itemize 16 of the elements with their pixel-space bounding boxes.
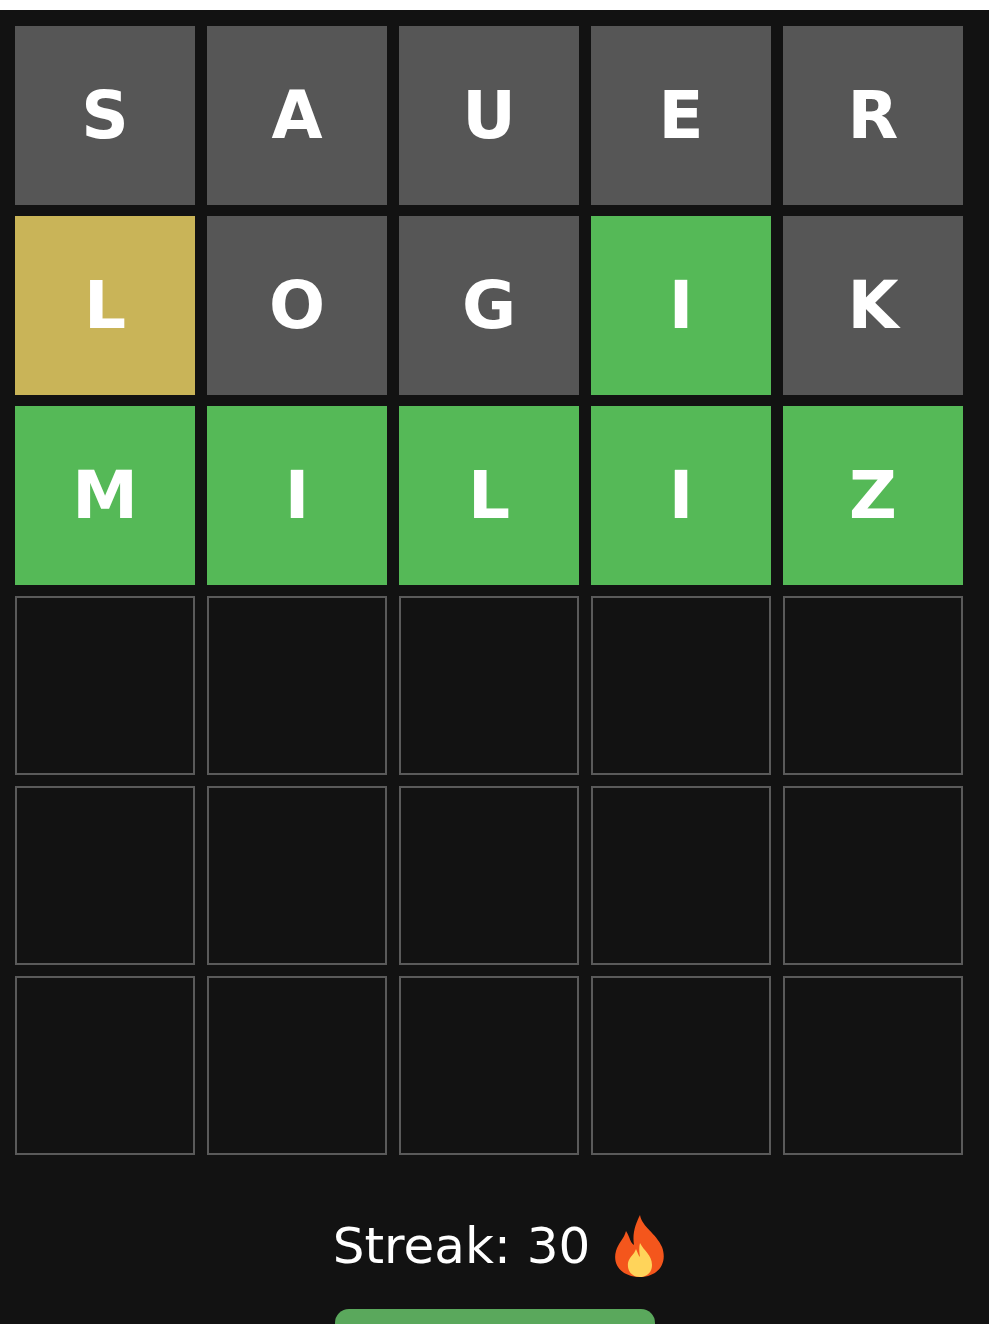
letter-tile: G <box>399 216 579 395</box>
letter-tile: K <box>783 216 963 395</box>
letter-tile: E <box>591 26 771 205</box>
letter-tile: U <box>399 26 579 205</box>
streak-count: Streak: 30 <box>332 1216 591 1276</box>
letter-tile: I <box>207 406 387 585</box>
letter-tile: L <box>399 406 579 585</box>
letter-tile: L <box>15 216 195 395</box>
letter-tile: R <box>783 26 963 205</box>
letter-tile: Z <box>783 406 963 585</box>
letter-tile: O <box>207 216 387 395</box>
letter-tile: I <box>591 216 771 395</box>
letter-tile: M <box>15 406 195 585</box>
letter-tile: A <box>207 26 387 205</box>
letter-tile: I <box>591 406 771 585</box>
letter-tile: S <box>15 26 195 205</box>
